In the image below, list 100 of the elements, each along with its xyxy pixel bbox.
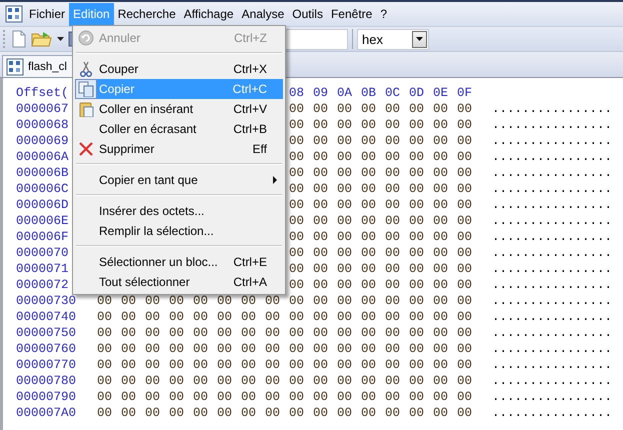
byte-cell-text: 00: [289, 405, 306, 421]
offset-cell-text: 000006B: [16, 165, 70, 181]
menu-item[interactable]: ?: [376, 2, 392, 26]
byte-cell-text: 00: [433, 373, 450, 389]
byte-cell-text: 00: [289, 101, 306, 117]
ascii-cell: ................: [492, 341, 612, 357]
byte-cell-text: 00: [337, 149, 354, 165]
byte-cell-text: 00: [385, 293, 402, 309]
byte-cell-text: 00: [289, 277, 306, 293]
menu-item[interactable]: Supprimer Eff: [97, 139, 283, 159]
byte-cell-text: 00: [193, 325, 210, 341]
offset-cell-text: 00000790: [16, 389, 78, 405]
byte-cell-text: 00: [97, 357, 114, 373]
byte-cell-text: 00: [193, 373, 210, 389]
byte-cell-text: 00: [145, 309, 162, 325]
byte-cell-text: 00: [361, 261, 378, 277]
byte-cell-text: 00: [313, 197, 330, 213]
byte-cell-text: 00: [289, 229, 306, 245]
menu-item[interactable]: Analyse: [238, 2, 288, 26]
byte-cell-text: 00: [289, 133, 306, 149]
byte-cell-text: 00: [97, 325, 114, 341]
menu-item[interactable]: Fenêtre: [326, 2, 376, 26]
ascii-cell: ................: [492, 197, 612, 213]
byte-cell-text: 00: [385, 309, 402, 325]
byte-cell-text: 00: [121, 389, 138, 405]
menu-item[interactable]: Coller en écrasant Ctrl+B: [97, 119, 283, 139]
byte-cell-text: 00: [337, 261, 354, 277]
byte-cell-text: 00: [337, 405, 354, 421]
byte-cell-text: 00: [145, 293, 162, 309]
menu-item[interactable]: Affichage: [180, 2, 238, 26]
byte-cell-text: 00: [409, 373, 426, 389]
offset-cell-text: 000007A0: [16, 405, 78, 421]
byte-cell-text: 00: [193, 405, 210, 421]
offset-cell-text: 00000750: [16, 325, 78, 341]
offset-cell-text: 0000071: [16, 261, 70, 277]
byte-cell-text: 00: [433, 309, 450, 325]
byte-cell-text: 00: [433, 213, 450, 229]
byte-cell-text: 00: [193, 309, 210, 325]
menu-item[interactable]: Sélectionner un bloc... Ctrl+E: [97, 252, 283, 272]
byte-cell-text: 00: [457, 261, 474, 277]
undo-icon: [78, 30, 94, 46]
byte-cell-text: 00: [433, 101, 450, 117]
byte-cell-text: 00: [241, 341, 258, 357]
menu-item[interactable]: Coller en insérant Ctrl+V: [97, 99, 283, 119]
byte-cell-text: 00: [121, 309, 138, 325]
dropdown-caret-icon[interactable]: [57, 37, 64, 41]
byte-cell-text: 00: [337, 101, 354, 117]
byte-cell-text: 00: [385, 133, 402, 149]
byte-cell-text: 00: [289, 389, 306, 405]
byte-cell-text: 00: [121, 373, 138, 389]
byte-cell-text: 00: [361, 309, 378, 325]
byte-cell-text: 00: [217, 309, 234, 325]
byte-cell-text: 00: [145, 357, 162, 373]
byte-cell-text: 00: [433, 293, 450, 309]
byte-cell-text: 00: [457, 245, 474, 261]
byte-cell-text: 00: [385, 277, 402, 293]
menu-item[interactable]: Tout sélectionner Ctrl+A: [97, 272, 283, 292]
byte-cell-text: 00: [337, 293, 354, 309]
byte-cell-text: 00: [313, 117, 330, 133]
menu-item[interactable]: Insérer des octets...: [97, 201, 283, 221]
byte-cell-text: 00: [385, 165, 402, 181]
new-document-icon[interactable]: [11, 30, 27, 48]
byte-cell-text: 00: [457, 165, 474, 181]
offset-cell-text: 0000067: [16, 101, 70, 117]
menu-item[interactable]: Recherche: [114, 2, 180, 26]
ascii-cell: ................: [492, 101, 612, 117]
byte-cell-text: 00: [241, 325, 258, 341]
menu-item[interactable]: Remplir la sélection...: [97, 221, 283, 241]
byte-cell-text: 00: [409, 309, 426, 325]
byte-cell-text: 00: [361, 357, 378, 373]
byte-cell-text: 00: [457, 117, 474, 133]
byte-cell-text: 00: [409, 149, 426, 165]
offset-cell-text: 00000770: [16, 357, 78, 373]
menu-item[interactable]: Outils: [288, 2, 327, 26]
offset-cell-text: 00000740: [16, 309, 78, 325]
byte-cell-text: 00: [145, 389, 162, 405]
byte-cell-text: 00: [169, 325, 186, 341]
offset-cell-text: 00000780: [16, 373, 78, 389]
byte-cell-text: 00: [385, 357, 402, 373]
byte-cell-text: 00: [385, 101, 402, 117]
menu-item[interactable]: Copier en tant que: [97, 170, 283, 190]
byte-cell-text: 00: [337, 341, 354, 357]
menu-item[interactable]: Fichier: [25, 2, 70, 26]
byte-cell-text: 00: [289, 341, 306, 357]
format-dropdown[interactable]: hex: [357, 28, 429, 50]
file-icon: [6, 58, 24, 76]
byte-cell-text: 00: [433, 405, 450, 421]
offset-header: Offset(: [16, 85, 70, 101]
byte-cell-text: 00: [361, 181, 378, 197]
byte-cell-text: 00: [241, 309, 258, 325]
byte-cell-text: 00: [385, 325, 402, 341]
byte-cell-text: 00: [361, 149, 378, 165]
byte-cell-text: 00: [289, 261, 306, 277]
app-icon: [5, 5, 23, 23]
ascii-cell: ................: [492, 245, 612, 261]
column-header: 0D: [409, 85, 426, 101]
byte-cell-text: 00: [313, 181, 330, 197]
byte-cell-text: 00: [409, 101, 426, 117]
byte-cell-text: 00: [265, 357, 282, 373]
byte-cell-text: 00: [265, 389, 282, 405]
